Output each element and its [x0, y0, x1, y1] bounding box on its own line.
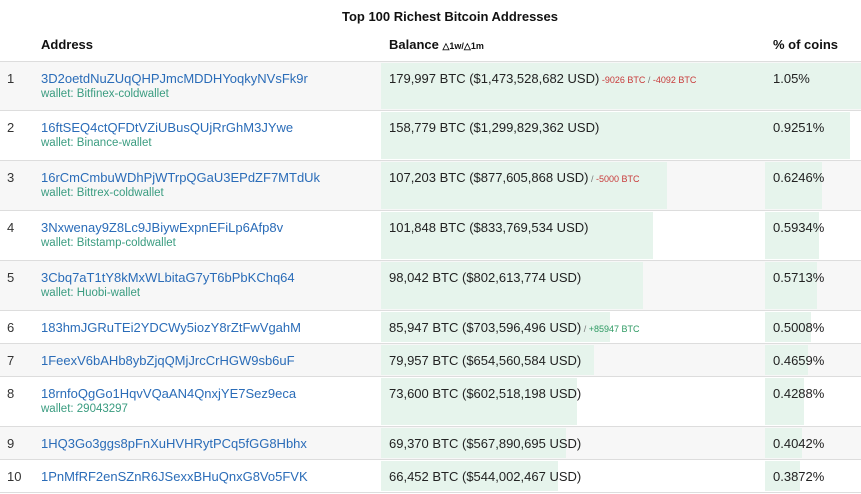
percent-cell: 0.5713% [773, 270, 825, 285]
rank-number: 1 [7, 71, 15, 86]
column-header-percent: % of coins [773, 37, 839, 52]
rank-number: 5 [7, 270, 15, 285]
balance-cell: 73,600 BTC ($602,518,198 USD) [389, 386, 581, 401]
balance-value: 158,779 BTC ($1,299,829,362 USD) [389, 120, 600, 135]
balance-cell: 69,370 BTC ($567,890,695 USD) [389, 436, 581, 451]
balance-cell: 158,779 BTC ($1,299,829,362 USD) [389, 120, 599, 135]
table-row: 6 183hmJGRuTEi2YDCWy5iozY8rZtFwVgahM 85,94… [0, 311, 861, 344]
percent-cell: 1.05% [773, 71, 810, 86]
balance-value: 66,452 BTC ($544,002,467 USD) [389, 469, 582, 484]
balance-value: 101,848 BTC ($833,769,534 USD) [389, 220, 589, 235]
change-1w: -9026 BTC [601, 75, 646, 85]
wallet-label: wallet: Binance-wallet [41, 137, 152, 149]
wallet-label: wallet: Bittrex-coldwallet [41, 187, 164, 199]
address-link[interactable]: 16ftSEQ4ctQFDtVZiUBusQUjRrGhM3JYwe [41, 120, 293, 135]
percent-cell: 0.6246% [773, 170, 825, 185]
table-row: 8 18rnfoQgGo1HqvVQaAN4QnxjYE7Sez9eca walle… [0, 377, 861, 427]
balance-cell: 107,203 BTC ($877,605,868 USD) / -5000 B… [389, 170, 640, 185]
balance-cell: 79,957 BTC ($654,560,584 USD) [389, 353, 581, 368]
address-link[interactable]: 3Nxwenay9Z8Lc9JBiywExpnEFiLp6Afp8v [41, 220, 283, 235]
page-title: Top 100 Richest Bitcoin Addresses [341, 9, 558, 24]
table-row: 10 1PnMfRF2enSZnR6JSexxBHuQnxG8Vo5FVK 66,4… [0, 460, 861, 493]
change-separator: / [645, 75, 653, 85]
wallet-label: wallet: 29043297 [41, 403, 128, 415]
table-row: 2 16ftSEQ4ctQFDtVZiUBusQUjRrGhM3JYwe walle… [0, 111, 861, 161]
table-row: 9 1HQ3Go3ggs8pFnXuHVHRytPCq5fGG8Hbhx 69,37… [0, 427, 861, 460]
address-link[interactable]: 1FeexV6bAHb8ybZjqQMjJrcCrHGW9sb6uF [41, 353, 295, 368]
wallet-label: wallet: Bitstamp-coldwallet [41, 237, 176, 249]
rank-number: 8 [7, 386, 15, 401]
address-link[interactable]: 183hmJGRuTEi2YDCWy5iozY8rZtFwVgahM [41, 320, 301, 335]
percent-cell: 0.3872% [773, 469, 825, 484]
column-header-address: Address [41, 37, 94, 52]
balance-value: 179,997 BTC ($1,473,528,682 USD) [389, 71, 600, 86]
balance-cell: 66,452 BTC ($544,002,467 USD) [389, 469, 581, 484]
table-row: 4 3Nxwenay9Z8Lc9JBiywExpnEFiLp6Afp8v walle… [0, 211, 861, 261]
balance-value: 85,947 BTC ($703,596,496 USD) [389, 320, 582, 335]
percent-cell: 0.9251% [773, 120, 825, 135]
balance-cell: 179,997 BTC ($1,473,528,682 USD) -9026 B… [389, 71, 696, 86]
table-row: 3 16rCmCmbuWDhPjWTrpQGaU3EPdZF7MTdUk walle… [0, 161, 861, 211]
address-link[interactable]: 3D2oetdNuZUqQHPJmcMDDHYoqkyNVsFk9r [41, 71, 308, 86]
column-header-balance: Balance △1w/△1m [389, 37, 484, 52]
percent-cell: 0.5008% [773, 320, 825, 335]
balance-cell: 85,947 BTC ($703,596,496 USD) / +85947 B… [389, 320, 640, 335]
address-link[interactable]: 3Cbq7aT1tY8kMxWLbitaG7yT6bPbKChq64 [41, 270, 295, 285]
percent-cell: 0.4659% [773, 353, 825, 368]
balance-value: 79,957 BTC ($654,560,584 USD) [389, 353, 582, 368]
rank-number: 4 [7, 220, 15, 235]
balance-cell: 98,042 BTC ($802,613,774 USD) [389, 270, 581, 285]
balance-cell: 101,848 BTC ($833,769,534 USD) [389, 220, 588, 235]
percent-cell: 0.4288% [773, 386, 825, 401]
address-table: 1 3D2oetdNuZUqQHPJmcMDDHYoqkyNVsFk9r walle… [0, 61, 861, 493]
table-row: 5 3Cbq7aT1tY8kMxWLbitaG7yT6bPbKChq64 walle… [0, 261, 861, 311]
percent-bar [765, 63, 861, 109]
rank-number: 3 [7, 170, 15, 185]
rank-number: 9 [7, 436, 15, 451]
percent-cell: 0.5934% [773, 220, 825, 235]
balance-value: 73,600 BTC ($602,518,198 USD) [389, 386, 582, 401]
change-1m: -4092 BTC [652, 75, 697, 85]
balance-value: 107,203 BTC ($877,605,868 USD) [389, 170, 589, 185]
wallet-label: wallet: Huobi-wallet [41, 287, 141, 299]
balance-value: 69,370 BTC ($567,890,695 USD) [389, 436, 582, 451]
wallet-label: wallet: Bitfinex-coldwallet [41, 88, 169, 100]
balance-change: / +85947 BTC [581, 324, 640, 334]
column-header-deltas: △1w/△1m [442, 41, 484, 51]
column-header-balance-label: Balance [389, 37, 439, 52]
table-row: 1 3D2oetdNuZUqQHPJmcMDDHYoqkyNVsFk9r walle… [0, 61, 861, 111]
table-row: 7 1FeexV6bAHb8ybZjqQMjJrcCrHGW9sb6uF 79,95… [0, 344, 861, 377]
change-1m: -5000 BTC [596, 174, 640, 184]
rank-number: 7 [7, 353, 15, 368]
balance-change: -9026 BTC / -4092 BTC [599, 75, 697, 85]
balance-change: / -5000 BTC [588, 174, 640, 184]
address-link[interactable]: 1PnMfRF2enSZnR6JSexxBHuQnxG8Vo5FVK [41, 469, 308, 484]
percent-cell: 0.4042% [773, 436, 825, 451]
address-link[interactable]: 18rnfoQgGo1HqvVQaAN4QnxjYE7Sez9eca [41, 386, 296, 401]
balance-value: 98,042 BTC ($802,613,774 USD) [389, 270, 582, 285]
rich-list-page: Top 100 Richest Bitcoin Addresses Addres… [0, 0, 861, 494]
address-link[interactable]: 16rCmCmbuWDhPjWTrpQGaU3EPdZF7MTdUk [41, 170, 320, 185]
rank-number: 6 [7, 320, 15, 335]
address-link[interactable]: 1HQ3Go3ggs8pFnXuHVHRytPCq5fGG8Hbhx [41, 436, 307, 451]
change-1m: +85947 BTC [588, 324, 640, 334]
rank-number: 2 [7, 120, 15, 135]
rank-number: 10 [7, 469, 22, 484]
